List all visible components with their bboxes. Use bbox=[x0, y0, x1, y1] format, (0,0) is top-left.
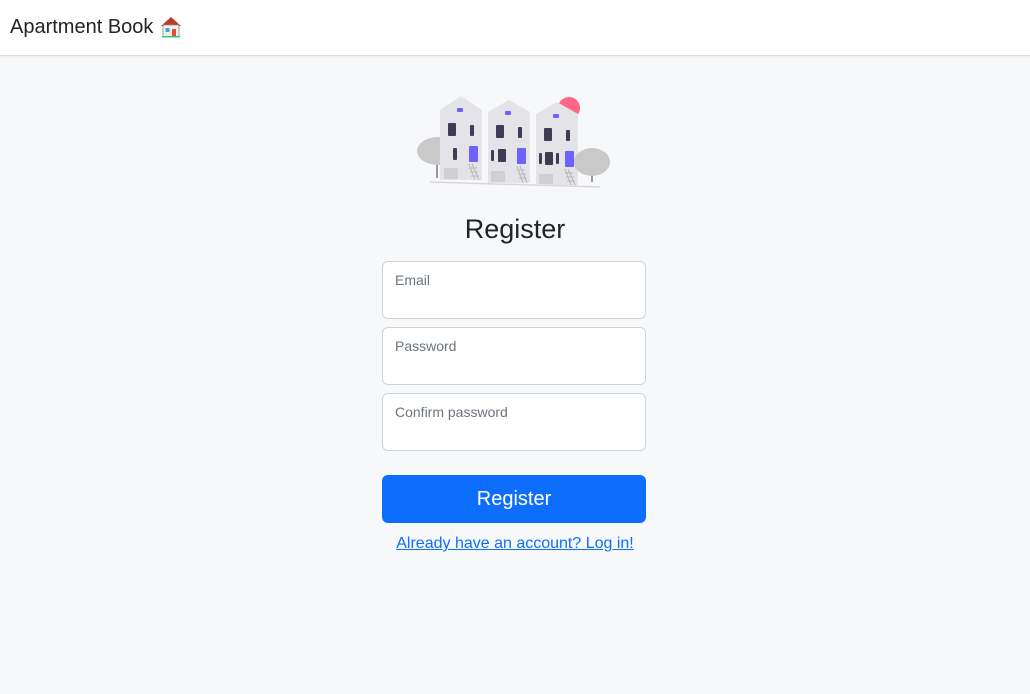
confirm-password-input[interactable] bbox=[395, 424, 633, 444]
password-input[interactable] bbox=[395, 358, 633, 378]
email-input[interactable] bbox=[395, 292, 633, 312]
brand-link[interactable]: Apartment Book bbox=[10, 15, 183, 39]
login-link-container: Already have an account? Log in! bbox=[0, 535, 1030, 553]
register-button[interactable]: Register bbox=[382, 475, 646, 523]
apartment-buildings-illustration bbox=[417, 96, 610, 188]
brand-title: Apartment Book bbox=[10, 15, 154, 38]
login-link[interactable]: Already have an account? Log in! bbox=[396, 535, 634, 552]
email-field[interactable]: Email bbox=[382, 261, 646, 319]
page-title: Register bbox=[464, 214, 566, 244]
navbar: Apartment Book bbox=[0, 0, 1030, 56]
house-icon bbox=[161, 17, 182, 38]
confirm-password-field[interactable]: Confirm password bbox=[382, 393, 646, 451]
password-field[interactable]: Password bbox=[382, 327, 646, 385]
confirm-password-label: Confirm password bbox=[395, 404, 508, 420]
email-label: Email bbox=[395, 272, 431, 288]
password-label: Password bbox=[395, 338, 457, 354]
